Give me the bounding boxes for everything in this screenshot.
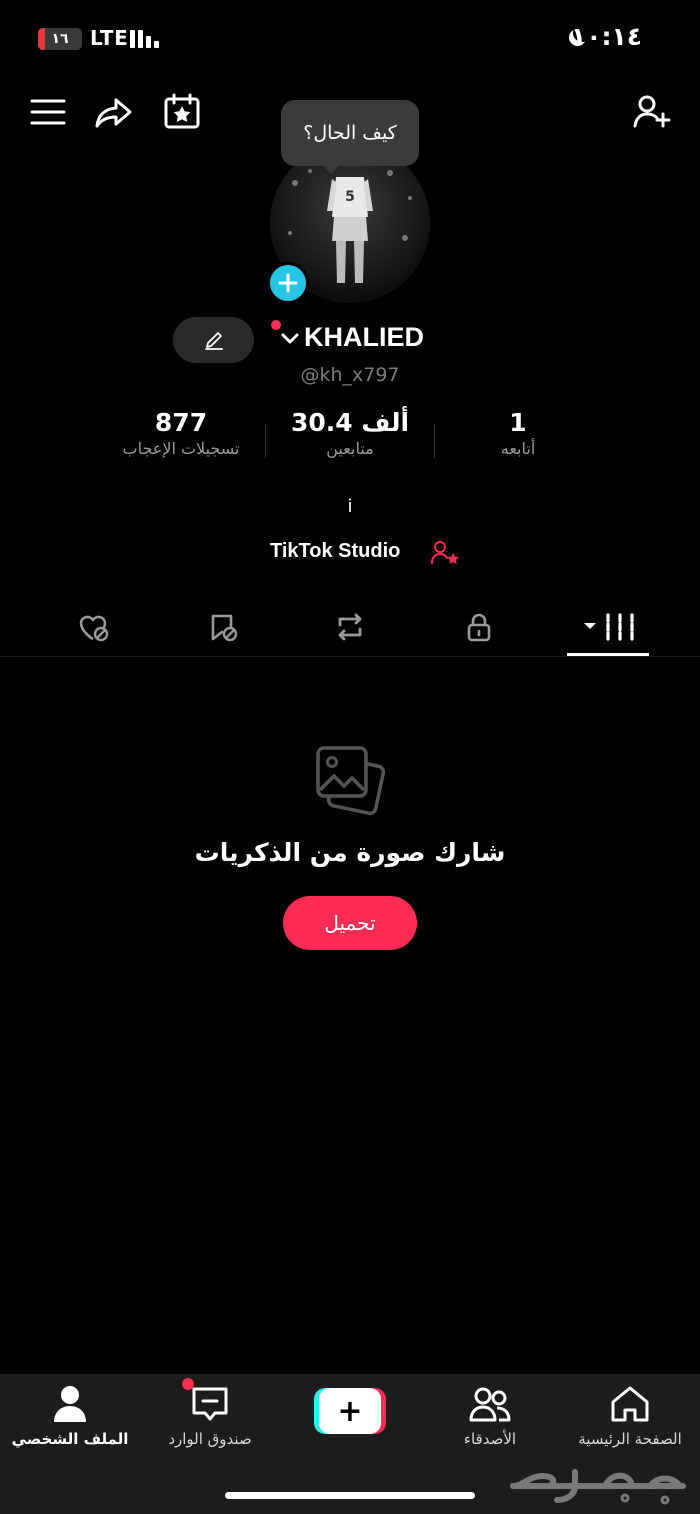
plus-icon — [278, 273, 298, 293]
battery-indicator: ١٦ — [38, 28, 82, 50]
profile-icon — [54, 1386, 86, 1422]
tab-reposts[interactable] — [320, 600, 380, 654]
bookmark-hidden-icon — [211, 614, 238, 642]
empty-state-title: شارك صورة من الذكريات — [194, 838, 506, 867]
svg-text:5: 5 — [345, 189, 355, 205]
divider — [434, 424, 435, 458]
nav-inbox[interactable]: صندوق الوارد — [140, 1384, 280, 1454]
profile-handle: @kh_x797 — [300, 364, 400, 386]
stat-label: متابعين — [326, 439, 374, 458]
photos-icon — [316, 746, 386, 816]
stat-label: تسجيلات الإعجاب — [122, 439, 240, 458]
tab-private[interactable] — [449, 600, 509, 654]
chevron-down-icon[interactable] — [280, 331, 300, 347]
stat-label: أتابعه — [500, 439, 536, 458]
tab-liked-hidden[interactable] — [63, 600, 123, 654]
stat-value: 1 — [509, 408, 527, 437]
stat-value: 30.4 ألف — [290, 408, 410, 437]
share-icon[interactable] — [94, 92, 134, 132]
signal-icon — [130, 30, 162, 48]
friends-icon — [469, 1387, 511, 1422]
create-button[interactable]: + — [314, 1388, 386, 1434]
nav-profile[interactable]: الملف الشخصي — [0, 1384, 140, 1454]
network-type: LTE — [90, 26, 129, 50]
stat-following[interactable]: 1 أتابعه — [478, 408, 558, 458]
battery-level: ١٦ — [51, 31, 69, 47]
nav-friends[interactable]: الأصدقاء — [420, 1384, 560, 1454]
nav-home[interactable]: الصفحة الرئيسية — [560, 1384, 700, 1454]
clock: ١٠:١٤ — [570, 22, 642, 51]
add-story-button[interactable] — [267, 262, 309, 304]
status-bubble-tail — [322, 164, 340, 174]
creator-star-icon[interactable] — [430, 539, 460, 567]
nav-label: صندوق الوارد — [168, 1430, 252, 1448]
home-indicator[interactable] — [225, 1492, 475, 1499]
add-friend-icon[interactable] — [632, 92, 672, 132]
tab-videos[interactable] — [578, 600, 638, 654]
repost-icon — [338, 613, 362, 641]
bio-text: i — [347, 496, 353, 517]
profile-name[interactable]: KHALIED — [304, 322, 424, 353]
status-bubble[interactable]: كيف الحال؟ — [281, 100, 419, 166]
tab-favorites-hidden[interactable] — [192, 600, 252, 654]
create-plus-icon: + — [319, 1388, 381, 1434]
stat-followers[interactable]: 30.4 ألف متابعين — [282, 408, 418, 458]
videos-grid-icon — [584, 613, 634, 641]
upload-button[interactable]: تحميل — [283, 896, 417, 950]
heart-hidden-icon — [79, 615, 109, 642]
home-icon — [611, 1386, 649, 1422]
stat-value: 877 — [154, 408, 208, 437]
tiktok-studio-link[interactable]: TikTok Studio — [270, 540, 400, 563]
stat-likes[interactable]: 877 تسجيلات الإعجاب — [110, 408, 252, 458]
lock-icon — [467, 613, 491, 642]
calendar-star-icon[interactable] — [162, 92, 202, 132]
nav-label: الملف الشخصي — [11, 1430, 129, 1448]
nav-label: الأصدقاء — [463, 1430, 517, 1448]
status-bar: ١٦ LTE ١٠:١٤ — [0, 0, 700, 80]
nav-label: الصفحة الرئيسية — [578, 1430, 682, 1448]
edit-profile-button[interactable] — [173, 317, 254, 363]
tabs-divider — [0, 656, 700, 657]
pencil-icon — [204, 332, 223, 350]
divider — [265, 424, 266, 458]
notification-dot — [271, 320, 281, 330]
haraj-watermark-logo — [510, 1469, 686, 1505]
inbox-icon — [192, 1387, 228, 1421]
menu-icon[interactable] — [28, 92, 68, 132]
